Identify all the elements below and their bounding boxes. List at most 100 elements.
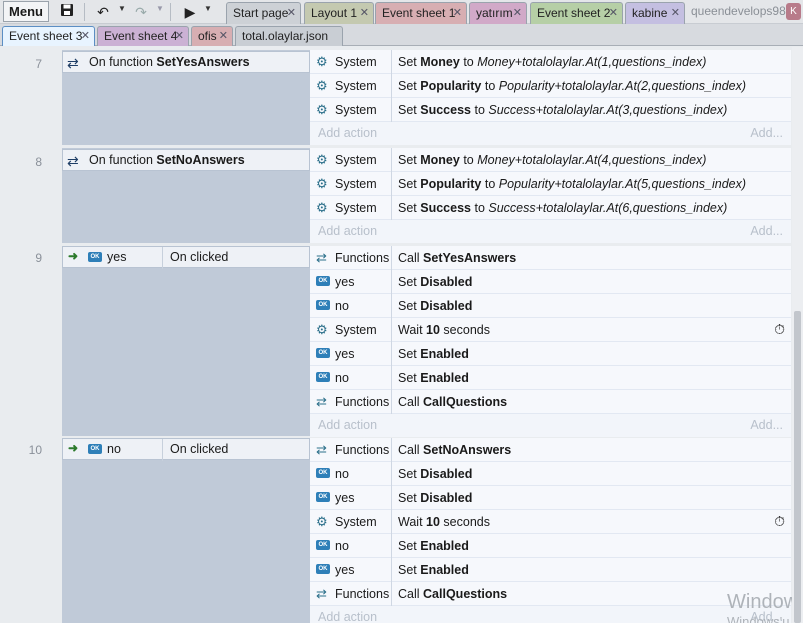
- actions-column[interactable]: ⚙ System Set Money to Money+totalolaylar.…: [310, 148, 791, 243]
- close-icon[interactable]: ✕: [175, 27, 184, 46]
- tab-event-sheet-2[interactable]: Event sheet 2 ✕: [530, 2, 623, 24]
- event-sheet[interactable]: 7 ⇄ On function SetYesAnswers ⚙ System Se…: [0, 47, 792, 623]
- actions-column[interactable]: ⇄ Functions Call SetYesAnswers OK yes Set …: [310, 246, 791, 437]
- action-object: System: [335, 323, 377, 337]
- play-icon[interactable]: ▶: [182, 2, 198, 22]
- close-icon[interactable]: ✕: [671, 3, 680, 24]
- action-row[interactable]: OK yes Set Enabled: [310, 342, 791, 366]
- close-icon[interactable]: ✕: [360, 3, 369, 24]
- condition-keyword: On function: [89, 55, 153, 69]
- action-row[interactable]: ⚙ System Set Popularity to Popularity+tot…: [310, 74, 791, 98]
- function-condition[interactable]: ⇄ On function SetNoAnswers: [62, 149, 310, 171]
- action-row[interactable]: OK yes Set Disabled: [310, 270, 791, 294]
- action-row[interactable]: ⚙ System Set Money to Money+totalolaylar.…: [310, 50, 791, 74]
- action-row[interactable]: ⚙ System Set Popularity to Popularity+tot…: [310, 172, 791, 196]
- action-verb: Set: [398, 347, 417, 361]
- gear-icon: ⚙: [316, 102, 328, 117]
- close-icon[interactable]: ✕: [81, 27, 90, 46]
- action-row[interactable]: OK yes Set Enabled: [310, 558, 791, 582]
- avatar[interactable]: K: [786, 3, 801, 20]
- add-action-link[interactable]: Add action: [318, 418, 377, 432]
- actions-column[interactable]: ⇄ Functions Call SetNoAnswers OK no Set Di…: [310, 438, 791, 623]
- scrollbar-thumb[interactable]: [794, 311, 801, 623]
- tab-event-sheet-4[interactable]: Event sheet 4 ✕: [97, 26, 189, 46]
- tab-layout-1[interactable]: Layout 1 ✕: [304, 2, 374, 24]
- conditions-column[interactable]: [62, 438, 310, 623]
- tab-start-page[interactable]: Start page ✕: [226, 2, 301, 24]
- close-icon[interactable]: ✕: [453, 3, 462, 24]
- menu-button[interactable]: Menu: [3, 1, 49, 22]
- toolbar-separator: [84, 3, 85, 21]
- vertical-scrollbar[interactable]: [792, 47, 803, 623]
- action-row[interactable]: ⚙ System Wait 10 seconds ⏱: [310, 510, 791, 534]
- function-icon: ⇄: [67, 55, 79, 71]
- action-to: to: [463, 153, 474, 167]
- tab-yatirim[interactable]: yatırım ✕: [469, 2, 527, 24]
- action-row[interactable]: ⇄ Functions Call CallQuestions: [310, 582, 791, 606]
- action-row[interactable]: ⚙ System Set Money to Money+totalolaylar.…: [310, 148, 791, 172]
- function-condition[interactable]: ⇄ On function SetYesAnswers: [62, 51, 310, 73]
- undo-dropdown-icon[interactable]: ▼: [118, 4, 126, 13]
- action-row[interactable]: OK no Set Disabled: [310, 462, 791, 486]
- add-action-row: Add action Add...: [310, 414, 791, 437]
- action-row[interactable]: OK yes Set Disabled: [310, 486, 791, 510]
- button-object-icon: OK: [316, 540, 330, 550]
- action-row[interactable]: OK no Set Enabled: [310, 366, 791, 390]
- toolbar-separator: [170, 3, 171, 21]
- add-more-link[interactable]: Add...: [750, 126, 783, 140]
- action-row[interactable]: ⚙ System Wait 10 seconds ⏱: [310, 318, 791, 342]
- action-object: no: [335, 371, 349, 385]
- action-verb: Set: [398, 371, 417, 385]
- action-row[interactable]: ⚙ System Set Success to Success+totalolay…: [310, 196, 791, 220]
- tab-label: Event sheet 3: [9, 29, 83, 43]
- tab-event-sheet-3[interactable]: Event sheet 3 ✕: [2, 26, 95, 46]
- event-block[interactable]: ⇄ On function SetNoAnswers ⚙ System Set M…: [62, 148, 791, 243]
- tab-ofis[interactable]: ofis ✕: [191, 26, 233, 46]
- add-action-link[interactable]: Add action: [318, 610, 377, 623]
- event-block[interactable]: ⇄ On function SetYesAnswers ⚙ System Set …: [62, 50, 791, 145]
- click-condition[interactable]: ➜ OK no On clicked: [62, 438, 311, 461]
- add-action-link[interactable]: Add action: [318, 224, 377, 238]
- user-name[interactable]: queendevelops98: [691, 4, 786, 18]
- close-icon[interactable]: ✕: [609, 3, 618, 24]
- action-to: to: [463, 55, 474, 69]
- actions-column[interactable]: ⚙ System Set Money to Money+totalolaylar.…: [310, 50, 791, 145]
- condition-keyword: On function: [89, 153, 153, 167]
- action-row[interactable]: ⇄ Functions Call SetNoAnswers: [310, 438, 791, 462]
- stopwatch-icon: ⏱: [774, 513, 785, 529]
- save-icon[interactable]: [58, 2, 76, 22]
- action-object: System: [335, 55, 377, 69]
- tab-kabine[interactable]: kabine ✕: [625, 2, 685, 24]
- redo-dropdown-icon[interactable]: ▼: [156, 4, 164, 13]
- undo-icon[interactable]: ↶: [94, 2, 112, 22]
- action-target: Disabled: [420, 275, 473, 289]
- close-icon[interactable]: ✕: [513, 3, 522, 24]
- action-verb: Set: [398, 55, 417, 69]
- action-target: Enabled: [420, 371, 469, 385]
- close-icon[interactable]: ✕: [219, 27, 228, 46]
- action-row[interactable]: OK no Set Disabled: [310, 294, 791, 318]
- action-object: Functions: [335, 395, 390, 409]
- action-target: Success: [420, 201, 471, 215]
- tab-total-olaylar-json[interactable]: total.olaylar.json: [235, 26, 343, 46]
- conditions-column[interactable]: [62, 246, 310, 436]
- click-condition[interactable]: ➜ OK yes On clicked: [62, 246, 311, 269]
- add-action-row: Add action Add...: [310, 606, 791, 623]
- trigger-arrow-icon: ➜: [68, 441, 79, 455]
- action-row[interactable]: OK no Set Enabled: [310, 534, 791, 558]
- tab-event-sheet-1[interactable]: Event sheet 1 ✕: [375, 2, 467, 24]
- play-dropdown-icon[interactable]: ▼: [204, 4, 212, 13]
- action-verb: Set: [398, 79, 417, 93]
- add-more-link[interactable]: Add...: [750, 224, 783, 238]
- action-object: no: [335, 467, 349, 481]
- action-row[interactable]: ⇄ Functions Call CallQuestions: [310, 390, 791, 414]
- action-verb: Set: [398, 201, 417, 215]
- event-block[interactable]: ➜ OK no On clicked ⇄ Functions Call SetNo…: [62, 438, 791, 623]
- action-row[interactable]: ⇄ Functions Call SetYesAnswers: [310, 246, 791, 270]
- add-action-link[interactable]: Add action: [318, 126, 377, 140]
- add-more-link[interactable]: Add...: [750, 418, 783, 432]
- redo-icon[interactable]: ↷: [132, 2, 150, 22]
- close-icon[interactable]: ✕: [287, 3, 296, 24]
- event-block[interactable]: ➜ OK yes On clicked ⇄ Functions Call SetY…: [62, 246, 791, 437]
- action-row[interactable]: ⚙ System Set Success to Success+totalolay…: [310, 98, 791, 122]
